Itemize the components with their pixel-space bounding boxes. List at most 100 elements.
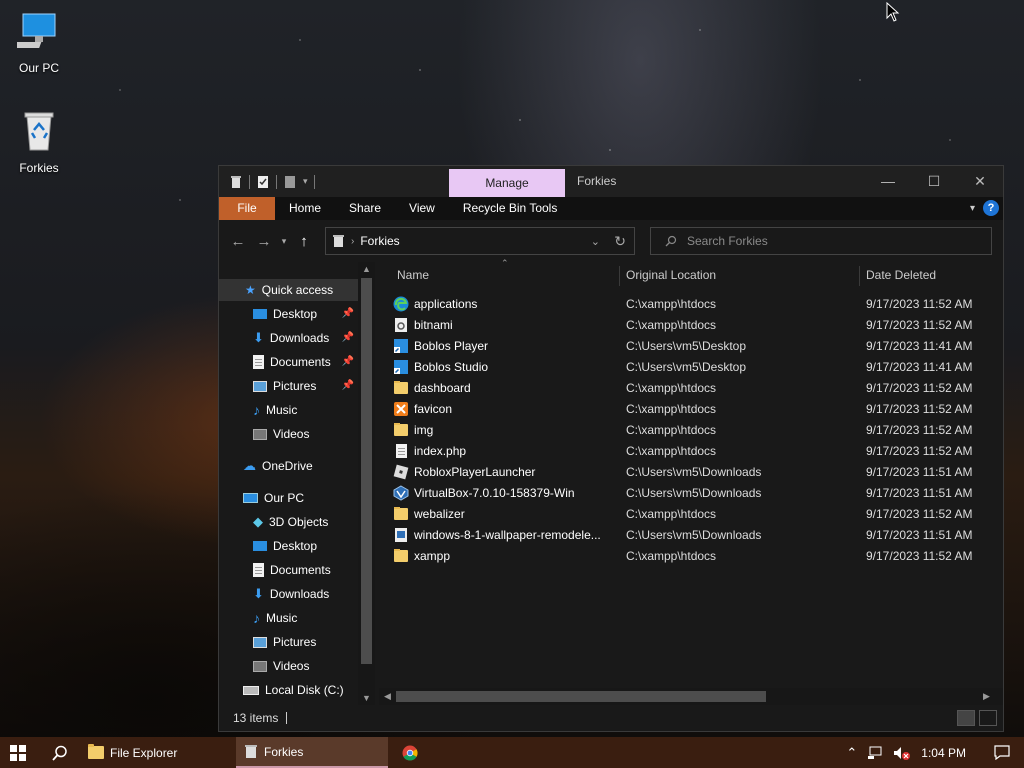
large-icons-view-button[interactable]: [979, 710, 997, 726]
maximize-button[interactable]: ☐: [911, 166, 957, 197]
desktop-icon-recycle-bin[interactable]: Forkies: [9, 108, 69, 175]
nav-item-quick-access[interactable]: ★ Quick access: [219, 279, 358, 301]
tab-view[interactable]: View: [395, 197, 449, 220]
nav-scrollbar[interactable]: ▲ ▼: [358, 262, 375, 705]
nav-item-music[interactable]: ♪ Music: [219, 607, 358, 629]
nav-item-label: OneDrive: [262, 459, 313, 473]
nav-item-documents[interactable]: Documents: [219, 559, 358, 581]
nav-item-documents[interactable]: Documents 📌: [219, 351, 358, 373]
nav-item-music[interactable]: ♪ Music: [219, 399, 358, 421]
item-count: 13 items: [233, 711, 279, 725]
clock[interactable]: 1:04 PM: [921, 746, 966, 760]
table-row[interactable]: applications C:\xampp\htdocs 9/17/2023 11:…: [393, 293, 989, 314]
horizontal-scrollbar-thumb[interactable]: [396, 691, 766, 702]
nav-scrollbar-thumb[interactable]: [361, 278, 372, 664]
file-name: VirtualBox-7.0.10-158379-Win: [414, 485, 575, 500]
original-location-cell: C:\xampp\htdocs: [626, 401, 717, 416]
nav-item-desktop[interactable]: Desktop: [219, 535, 358, 557]
original-location-cell: C:\xampp\htdocs: [626, 506, 717, 521]
address-bar[interactable]: › Forkies ⌄ ↻: [325, 227, 635, 255]
notification-center-icon[interactable]: [994, 745, 1010, 760]
nav-item-videos[interactable]: Videos: [219, 655, 358, 677]
taskbar-item-forkies[interactable]: Forkies: [236, 737, 388, 768]
title-bar[interactable]: ▾ Manage Forkies — ☐ ✕: [219, 166, 1003, 197]
table-row[interactable]: bitnami C:\xampp\htdocs 9/17/2023 11:52 AM: [393, 314, 989, 335]
customize-toolbar-icon[interactable]: ▾: [303, 176, 308, 187]
details-view-button[interactable]: [957, 710, 975, 726]
horizontal-scrollbar[interactable]: ◀ ▶: [379, 688, 1003, 705]
scroll-right-icon[interactable]: ▶: [978, 688, 995, 705]
table-row[interactable]: img C:\xampp\htdocs 9/17/2023 11:52 AM: [393, 419, 989, 440]
column-divider[interactable]: [619, 266, 620, 286]
date-deleted-cell: 9/17/2023 11:51 AM: [866, 485, 973, 500]
expand-ribbon-icon[interactable]: ▾: [970, 203, 975, 214]
desktop-icon-our-pc[interactable]: Our PC: [9, 10, 69, 75]
nav-item-videos[interactable]: Videos: [219, 423, 358, 445]
table-row[interactable]: dashboard C:\xampp\htdocs 9/17/2023 11:52 …: [393, 377, 989, 398]
table-row[interactable]: VirtualBox-7.0.10-158379-Win C:\Users\vm5…: [393, 482, 989, 503]
settings-file-icon: [393, 317, 409, 333]
tab-file[interactable]: File: [219, 197, 275, 220]
tab-recycle-bin-tools[interactable]: Recycle Bin Tools: [449, 197, 572, 220]
status-bar: 13 items: [219, 705, 1003, 731]
close-button[interactable]: ✕: [957, 166, 1003, 197]
tab-share[interactable]: Share: [335, 197, 395, 220]
search-taskbar-button[interactable]: [40, 737, 80, 768]
forward-arrow-icon[interactable]: →: [251, 233, 277, 250]
table-row[interactable]: favicon C:\xampp\htdocs 9/17/2023 11:52 AM: [393, 398, 989, 419]
search-input[interactable]: [687, 234, 967, 248]
scroll-down-icon[interactable]: ▼: [358, 693, 375, 703]
volume-muted-icon[interactable]: [893, 746, 911, 760]
help-icon[interactable]: ?: [983, 200, 999, 216]
column-header-name[interactable]: Name: [397, 262, 429, 288]
properties-icon[interactable]: [256, 175, 270, 189]
nav-item-pictures[interactable]: Pictures 📌: [219, 375, 358, 397]
xampp-icon: [393, 401, 409, 417]
nav-item-pictures[interactable]: Pictures: [219, 631, 358, 653]
refresh-icon[interactable]: ↻: [614, 233, 626, 250]
network-icon[interactable]: [867, 746, 883, 760]
pictures-icon: [253, 380, 267, 392]
column-header-original-location[interactable]: Original Location: [626, 262, 716, 288]
table-row[interactable]: webalizer C:\xampp\htdocs 9/17/2023 11:52 …: [393, 503, 989, 524]
original-location-cell: C:\Users\vm5\Downloads: [626, 485, 762, 500]
file-name-cell: xampp: [393, 548, 615, 563]
table-row[interactable]: windows-8-1-wallpaper-remodele... C:\User…: [393, 524, 989, 545]
nav-item-3d-objects[interactable]: ◆ 3D Objects: [219, 511, 358, 533]
column-divider[interactable]: [859, 266, 860, 286]
file-name: webalizer: [414, 506, 465, 521]
taskbar-item-file-explorer[interactable]: File Explorer: [80, 737, 236, 768]
nav-item-desktop[interactable]: Desktop 📌: [219, 303, 358, 325]
show-hidden-icons-icon[interactable]: ⌃: [846, 745, 857, 761]
table-row[interactable]: RobloxPlayerLauncher C:\Users\vm5\Downloa…: [393, 461, 989, 482]
original-location-cell: C:\xampp\htdocs: [626, 317, 717, 332]
address-dropdown-icon[interactable]: ⌄: [591, 235, 600, 248]
nav-item-downloads[interactable]: ⬇ Downloads 📌: [219, 327, 358, 349]
nav-item-local-disk[interactable]: Local Disk (C:): [219, 679, 358, 701]
back-arrow-icon[interactable]: ←: [225, 233, 251, 250]
recent-locations-icon[interactable]: ▾: [277, 236, 291, 247]
start-button[interactable]: [0, 737, 40, 768]
breadcrumb-chevron-icon[interactable]: ›: [351, 236, 354, 247]
virtualbox-icon: [393, 484, 409, 501]
manage-context-tab[interactable]: Manage: [449, 169, 565, 197]
nav-item-onedrive[interactable]: ☁ OneDrive: [219, 455, 358, 477]
scroll-up-icon[interactable]: ▲: [358, 264, 375, 274]
up-arrow-icon[interactable]: ↑: [291, 233, 317, 250]
taskbar-item-chrome[interactable]: [388, 737, 432, 768]
nav-item-downloads[interactable]: ⬇ Downloads: [219, 583, 358, 605]
table-row[interactable]: xampp C:\xampp\htdocs 9/17/2023 11:52 AM: [393, 545, 989, 566]
new-folder-icon[interactable]: [283, 175, 297, 189]
nav-item-our-pc[interactable]: Our PC: [219, 487, 358, 509]
tab-home[interactable]: Home: [275, 197, 335, 220]
minimize-button[interactable]: —: [865, 166, 911, 197]
table-row[interactable]: Boblos Player C:\Users\vm5\Desktop 9/17/20…: [393, 335, 989, 356]
table-row[interactable]: Boblos Studio C:\Users\vm5\Desktop 9/17/20…: [393, 356, 989, 377]
search-box[interactable]: [650, 227, 992, 255]
table-row[interactable]: index.php C:\xampp\htdocs 9/17/2023 11:52 …: [393, 440, 989, 461]
column-header-date-deleted[interactable]: Date Deleted: [866, 262, 936, 288]
nav-item-label: Quick access: [261, 283, 334, 297]
breadcrumb-forkies[interactable]: Forkies: [360, 234, 399, 248]
date-deleted-cell: 9/17/2023 11:52 AM: [866, 548, 973, 563]
scroll-left-icon[interactable]: ◀: [379, 688, 396, 705]
